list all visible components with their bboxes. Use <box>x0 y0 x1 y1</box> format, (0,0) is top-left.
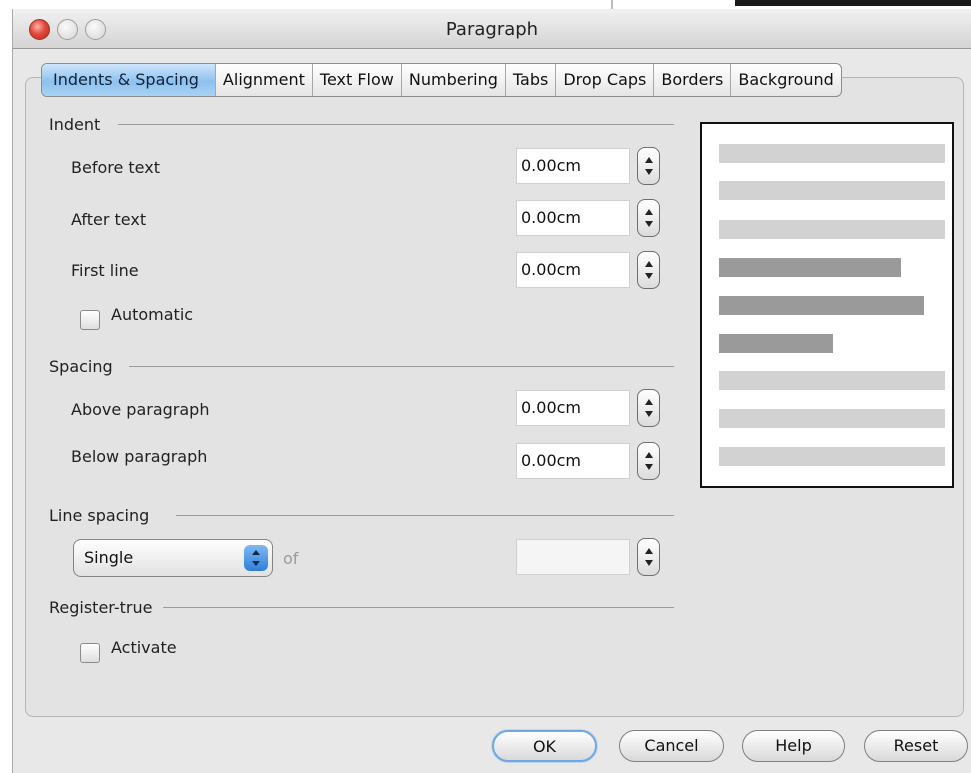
first-line-label: First line <box>71 261 139 280</box>
tab-bar: Indents & Spacing Alignment Text Flow Nu… <box>41 63 842 97</box>
background-strip <box>735 0 971 6</box>
register-true-section-title: Register-true <box>49 598 153 617</box>
after-text-field[interactable]: 0.00cm <box>516 200 630 236</box>
above-paragraph-spinner[interactable] <box>637 389 660 427</box>
window-title: Paragraph <box>445 19 539 40</box>
spin-up-icon <box>645 548 653 554</box>
title-bar: Paragraph <box>13 9 971 49</box>
line-spacing-spinner[interactable] <box>637 538 660 576</box>
first-line-field[interactable]: 0.00cm <box>516 252 630 288</box>
ok-button[interactable]: OK <box>492 730 597 762</box>
indent-section-title: Indent <box>49 115 101 134</box>
below-paragraph-label: Below paragraph <box>71 447 208 466</box>
before-text-spinner[interactable] <box>637 147 660 185</box>
after-text-spinner[interactable] <box>637 199 660 237</box>
reset-button[interactable]: Reset <box>864 730 968 762</box>
line-spacing-section-title: Line spacing <box>49 506 150 525</box>
tab-background[interactable]: Background <box>730 64 840 96</box>
preview-line <box>719 220 945 239</box>
preview-line-current <box>719 258 901 277</box>
of-label: of <box>283 549 299 568</box>
paragraph-dialog: Paragraph Indents & Spacing Alignment Te… <box>12 9 971 773</box>
automatic-label: Automatic <box>111 305 194 324</box>
tab-borders[interactable]: Borders <box>653 64 730 96</box>
line-spacing-divider <box>176 515 674 516</box>
tab-alignment[interactable]: Alignment <box>214 64 312 96</box>
after-text-label: After text <box>71 210 147 229</box>
tab-text-flow[interactable]: Text Flow <box>311 64 401 96</box>
spin-down-icon <box>645 464 653 470</box>
tab-drop-caps[interactable]: Drop Caps <box>555 64 653 96</box>
first-line-spinner[interactable] <box>637 251 660 289</box>
spin-down-icon <box>645 273 653 279</box>
below-paragraph-field[interactable]: 0.00cm <box>516 443 630 479</box>
above-paragraph-label: Above paragraph <box>71 400 210 419</box>
cancel-button[interactable]: Cancel <box>619 730 724 762</box>
spin-up-icon <box>645 261 653 267</box>
preview-line <box>719 447 945 466</box>
help-button[interactable]: Help <box>742 730 845 762</box>
preview-line-current <box>719 334 833 353</box>
spin-down-icon <box>645 411 653 417</box>
before-text-field[interactable]: 0.00cm <box>516 148 630 184</box>
preview-line-current <box>719 296 924 315</box>
select-arrows-icon <box>244 545 268 571</box>
spacing-divider <box>129 366 674 367</box>
indent-divider <box>118 124 674 125</box>
preview-line <box>719 181 945 200</box>
spin-down-icon <box>645 560 653 566</box>
spin-up-icon <box>645 399 653 405</box>
spin-down-icon <box>645 169 653 175</box>
line-spacing-value: Single <box>84 548 134 567</box>
preview-line <box>719 409 945 428</box>
before-text-label: Before text <box>71 158 160 177</box>
tab-numbering[interactable]: Numbering <box>400 64 505 96</box>
preview-line <box>719 144 945 163</box>
spacing-section-title: Spacing <box>49 357 113 376</box>
spin-up-icon <box>645 209 653 215</box>
activate-label: Activate <box>111 638 177 657</box>
tab-tabs[interactable]: Tabs <box>504 64 555 96</box>
register-true-divider <box>163 607 674 608</box>
spin-down-icon <box>645 221 653 227</box>
tab-indents-spacing[interactable]: Indents & Spacing <box>42 64 215 96</box>
paragraph-preview <box>700 122 954 488</box>
preview-line <box>719 371 945 390</box>
line-spacing-value-field[interactable] <box>516 539 630 575</box>
above-paragraph-field[interactable]: 0.00cm <box>516 390 630 426</box>
line-spacing-select[interactable]: Single <box>73 539 273 577</box>
below-paragraph-spinner[interactable] <box>637 442 660 480</box>
activate-checkbox[interactable] <box>80 643 100 663</box>
automatic-checkbox[interactable] <box>80 310 100 330</box>
spin-up-icon <box>645 157 653 163</box>
spin-up-icon <box>645 452 653 458</box>
